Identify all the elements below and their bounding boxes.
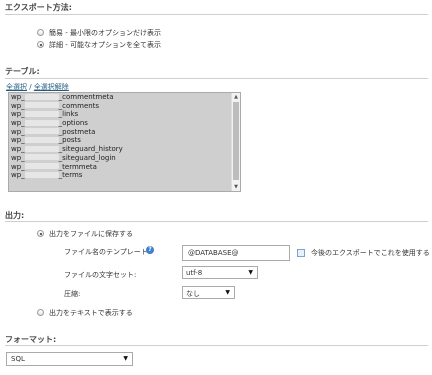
chevron-down-icon: ▼: [248, 269, 253, 276]
filename-template-input[interactable]: [182, 245, 290, 261]
select-all-link[interactable]: 全選択: [6, 83, 27, 91]
output-divider: [5, 221, 428, 222]
use-for-future-checkbox[interactable]: [297, 249, 305, 257]
redacted-table-prefix: [24, 119, 59, 126]
radio-save-to-file[interactable]: [37, 230, 44, 237]
table-select-links: 全選択 / 全選択解除: [6, 82, 69, 92]
tables-title: テーブル:: [5, 67, 40, 76]
format-title: フォーマット:: [5, 335, 57, 344]
help-icon[interactable]: ?: [146, 246, 154, 254]
listbox-scrollbar[interactable]: ▲ ▼: [231, 93, 240, 191]
table-list-item[interactable]: wp_ _comments: [9, 102, 240, 111]
table-name-prefix: wp_: [11, 162, 25, 171]
table-list-item[interactable]: wp_ _posts: [9, 136, 240, 145]
table-name-prefix: wp_: [11, 93, 25, 101]
table-name-prefix: wp_: [11, 171, 25, 180]
compression-value: なし: [186, 290, 200, 298]
scroll-down-icon[interactable]: ▼: [232, 183, 240, 191]
radio-quick-export[interactable]: [37, 29, 44, 36]
table-name-suffix: _options: [58, 119, 88, 128]
tables-listbox[interactable]: wp_ _commentmeta wp_ _comments wp_ _links wp_ _…: [8, 92, 241, 192]
table-list-item[interactable]: wp_ _terms: [9, 171, 240, 180]
redacted-table-prefix: [24, 128, 59, 135]
table-name-prefix: wp_: [11, 127, 25, 136]
custom-export-label[interactable]: 詳細 - 可能なオプションを全て表示: [49, 40, 161, 50]
compression-select[interactable]: なし ▼: [182, 286, 235, 299]
radio-custom-export[interactable]: [37, 41, 44, 48]
compression-label: 圧縮:: [64, 290, 81, 298]
table-list: wp_ _commentmeta wp_ _comments wp_ _links wp_ _…: [9, 93, 240, 180]
table-name-suffix: _siteguard_history: [58, 145, 123, 154]
table-list-item[interactable]: wp_ _options: [9, 119, 240, 128]
scroll-thumb[interactable]: [233, 102, 239, 180]
table-name-suffix: _siteguard_login: [58, 153, 116, 162]
table-name-suffix: _termmeta: [58, 162, 97, 171]
table-name-suffix: _commentmeta: [58, 93, 114, 101]
deselect-all-link[interactable]: 全選択解除: [34, 83, 69, 91]
filename-template-label: ファイル名のテンプレート:: [64, 248, 151, 256]
table-list-item[interactable]: wp_ _links: [9, 110, 240, 119]
scroll-up-icon[interactable]: ▲: [232, 93, 240, 101]
export-method-divider: [5, 14, 428, 15]
chevron-down-icon: ▼: [225, 289, 230, 296]
table-list-item[interactable]: wp_ _siteguard_history: [9, 145, 240, 154]
table-list-item[interactable]: wp_ _postmeta: [9, 128, 240, 137]
export-method-title: エクスポート方法:: [5, 3, 72, 12]
quick-export-label[interactable]: 簡易 - 最小限のオプションだけ表示: [49, 28, 161, 38]
radio-show-as-text[interactable]: [37, 309, 44, 316]
redacted-table-prefix: [24, 171, 59, 178]
table-name-suffix: _comments: [58, 101, 100, 110]
charset-select[interactable]: utf-8 ▼: [182, 266, 258, 279]
table-name-suffix: _postmeta: [58, 127, 96, 136]
redacted-table-prefix: [24, 110, 59, 117]
output-title: 出力:: [5, 211, 25, 220]
redacted-table-prefix: [24, 136, 59, 143]
show-as-text-label[interactable]: 出力をテキストで表示する: [49, 308, 133, 318]
table-name-prefix: wp_: [11, 119, 25, 128]
table-name-prefix: wp_: [11, 110, 25, 119]
table-name-prefix: wp_: [11, 145, 25, 154]
table-name-prefix: wp_: [11, 136, 25, 145]
tables-divider: [5, 78, 428, 79]
table-name-suffix: _links: [58, 110, 79, 119]
format-select[interactable]: SQL ▼: [6, 352, 133, 366]
chevron-down-icon: ▼: [123, 355, 128, 362]
select-links-separator: /: [27, 83, 34, 91]
save-to-file-label[interactable]: 出力をファイルに保存する: [49, 229, 133, 239]
table-name-prefix: wp_: [11, 101, 25, 110]
format-value: SQL: [11, 355, 25, 363]
redacted-table-prefix: [24, 163, 59, 169]
format-divider: [5, 345, 428, 346]
table-list-item[interactable]: wp_ _termmeta: [9, 163, 240, 172]
redacted-table-prefix: [24, 154, 59, 161]
table-name-suffix: _posts: [58, 136, 81, 145]
redacted-table-prefix: [24, 102, 59, 109]
table-list-item[interactable]: wp_ _siteguard_login: [9, 154, 240, 163]
charset-value: utf-8: [186, 269, 203, 277]
table-name-prefix: wp_: [11, 153, 25, 162]
use-for-future-label[interactable]: 今後のエクスポートでこれを使用する: [311, 248, 430, 258]
table-name-suffix: _terms: [58, 171, 83, 180]
redacted-table-prefix: [24, 93, 59, 100]
redacted-table-prefix: [24, 145, 59, 152]
table-list-item[interactable]: wp_ _commentmeta: [9, 93, 240, 102]
charset-label: ファイルの文字セット:: [64, 271, 137, 279]
